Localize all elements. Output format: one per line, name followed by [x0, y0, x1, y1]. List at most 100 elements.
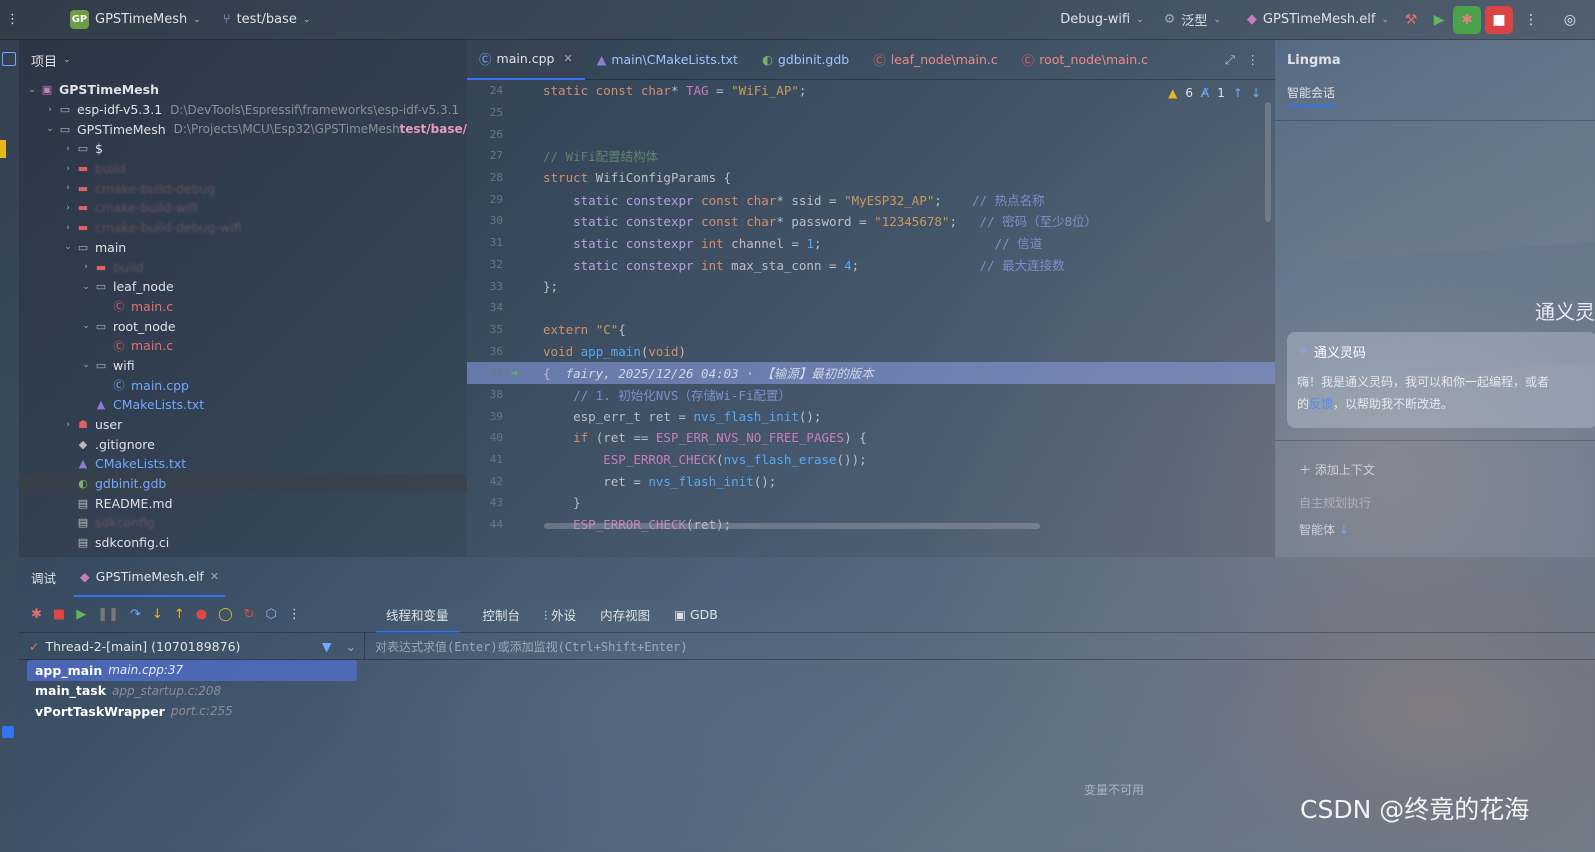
- chat-input[interactable]: 自主规划执行: [1299, 494, 1371, 511]
- chevron-right-icon[interactable]: ›: [61, 223, 75, 233]
- line-number[interactable]: 38: [467, 388, 503, 401]
- project-panel-header[interactable]: 项目 ⌄: [19, 40, 467, 80]
- chevron-right-icon[interactable]: ›: [61, 144, 75, 154]
- line-number[interactable]: 35: [467, 323, 503, 336]
- step-out-icon[interactable]: ↑: [174, 607, 185, 622]
- line-number[interactable]: 37: [467, 366, 503, 379]
- tree-item[interactable]: › ▬ build: [19, 257, 467, 277]
- line-number[interactable]: 41: [467, 453, 503, 466]
- tree-item[interactable]: ◆ .gitignore: [19, 434, 467, 454]
- config-selector[interactable]: Debug-wifi ⌄: [1060, 12, 1143, 27]
- chevron-right-icon[interactable]: ›: [79, 262, 93, 272]
- stack-frame[interactable]: main_task app_startup.c:208: [27, 681, 357, 702]
- resume-icon[interactable]: ▶: [76, 607, 86, 622]
- stop-icon[interactable]: ■: [53, 607, 65, 622]
- line-number[interactable]: 26: [467, 128, 503, 141]
- chevron-right-icon[interactable]: ›: [61, 183, 75, 193]
- line-number[interactable]: 42: [467, 475, 503, 488]
- tab-root-node-main-c[interactable]: Ⓒroot_node\main.c: [1010, 40, 1160, 80]
- tree-item[interactable]: › ▭ esp-idf-v5.3.1 D:\DevTools\Espressif\fr…: [19, 100, 467, 120]
- code-editor[interactable]: 24 static const char* TAG = "WiFi_AP"; 25 2…: [467, 80, 1275, 557]
- thread-selector[interactable]: ✓ Thread-2-[main] (1070189876) ▼ ⌄: [19, 632, 364, 660]
- tree-item[interactable]: ⌄ ▭ main: [19, 238, 467, 258]
- chevron-right-icon[interactable]: ›: [61, 164, 75, 174]
- line-number[interactable]: 31: [467, 236, 503, 249]
- tree-item[interactable]: ▤ README.md: [19, 493, 467, 513]
- rerun-debug-icon[interactable]: ✱: [31, 607, 42, 622]
- tree-item[interactable]: › ▬ build: [19, 159, 467, 179]
- line-number[interactable]: 39: [467, 410, 503, 423]
- breakpoints-icon[interactable]: ●: [196, 607, 207, 622]
- tab-debug-2[interactable]: ⫶ 外设: [544, 605, 576, 624]
- line-number[interactable]: 44: [467, 518, 503, 531]
- hammer-icon[interactable]: ⚒: [1397, 6, 1425, 34]
- more-icon[interactable]: ⋮: [1517, 6, 1545, 34]
- chevron-right-icon[interactable]: ›: [61, 203, 75, 213]
- debug-icon[interactable]: ✱: [1453, 5, 1481, 34]
- tree-item[interactable]: ⌄ ▣ GPSTimeMesh: [19, 80, 467, 100]
- line-number[interactable]: 43: [467, 496, 503, 509]
- stack-frame[interactable]: app_main main.cpp:37: [27, 660, 357, 681]
- chevron-down-icon[interactable]: ⌄: [79, 321, 93, 331]
- chevron-down-icon[interactable]: ⌄: [79, 360, 93, 370]
- pause-icon[interactable]: ❚❚: [97, 607, 119, 622]
- tab-debug-3[interactable]: 内存视图: [600, 605, 650, 624]
- line-number[interactable]: 36: [467, 345, 503, 358]
- chevron-right-icon[interactable]: ›: [43, 105, 57, 115]
- tree-item[interactable]: ▤ sdkconfig.ci: [19, 533, 467, 553]
- run-icon[interactable]: ▶: [1425, 6, 1453, 34]
- settings-icon[interactable]: ⬡: [266, 607, 277, 622]
- tab-debug-session[interactable]: ◆ GPSTimeMesh.elf ✕: [74, 557, 226, 597]
- tab-main-cmakelists-txt[interactable]: ▲ main\CMakeLists.txt: [585, 40, 750, 80]
- tree-item[interactable]: ⌄ ▭ root_node: [19, 316, 467, 336]
- close-icon[interactable]: ✕: [210, 570, 219, 583]
- vertical-scrollbar[interactable]: [1265, 102, 1271, 222]
- chevron-down-icon[interactable]: ⌄: [61, 242, 75, 252]
- tree-item[interactable]: ▤ sdkconfig: [19, 513, 467, 533]
- line-number[interactable]: 30: [467, 214, 503, 227]
- tab-debug-0[interactable]: 线程和变量: [376, 597, 459, 633]
- expand-icon[interactable]: ⤢: [1225, 52, 1235, 68]
- tab-leaf-node-main-c[interactable]: Ⓒleaf_node\main.c: [861, 40, 1009, 80]
- stop-icon[interactable]: ■: [1485, 5, 1513, 34]
- tree-item[interactable]: Ⓒmain.c: [19, 336, 467, 356]
- tree-item[interactable]: › ☗ user: [19, 415, 467, 435]
- mute-breakpoints-icon[interactable]: ◯: [218, 607, 233, 622]
- tree-item[interactable]: ⌄ ▭ GPSTimeMesh D:\Projects\MCU\Esp32\GPSTi…: [19, 119, 467, 139]
- more-icon[interactable]: ⋮: [288, 607, 301, 622]
- chevron-right-icon[interactable]: ›: [61, 420, 75, 430]
- line-number[interactable]: 40: [467, 431, 503, 444]
- evaluate-input[interactable]: 对表达式求值(Enter)或添加监视(Ctrl+Shift+Enter): [364, 632, 1595, 660]
- add-context-button[interactable]: ＋ 添加上下文: [1299, 461, 1375, 478]
- chevron-down-icon[interactable]: ⌄: [43, 124, 57, 134]
- tree-item[interactable]: Ⓒmain.c: [19, 297, 467, 317]
- generic-selector[interactable]: ⚙ 泛型 ⌄: [1164, 10, 1221, 29]
- tree-item[interactable]: ▲ CMakeLists.txt: [19, 395, 467, 415]
- restart-icon[interactable]: ↻: [244, 607, 255, 622]
- line-number[interactable]: 32: [467, 258, 503, 271]
- feedback-link[interactable]: 反馈: [1309, 397, 1333, 411]
- tree-item[interactable]: ▲ CMakeLists.txt: [19, 454, 467, 474]
- line-number[interactable]: 29: [467, 193, 503, 206]
- tree-item[interactable]: › ▬ cmake-build-wifi: [19, 198, 467, 218]
- tree-item[interactable]: › ▬ cmake-build-debug-wifi: [19, 218, 467, 238]
- more-icon[interactable]: ⋮: [1247, 52, 1260, 67]
- line-number[interactable]: 27: [467, 149, 503, 162]
- tab-gdbinit-gdb[interactable]: ◐ gdbinit.gdb: [750, 40, 861, 80]
- tab-chat[interactable]: 智能会话: [1275, 80, 1595, 110]
- step-over-icon[interactable]: ↷: [130, 607, 141, 622]
- tree-item[interactable]: › ▭ $: [19, 139, 467, 159]
- branch-switcher[interactable]: ⑂ test/base ⌄: [223, 12, 311, 27]
- project-tool-icon[interactable]: [2, 52, 16, 66]
- line-number[interactable]: 24: [467, 84, 503, 97]
- close-icon[interactable]: ✕: [563, 52, 572, 65]
- tree-item[interactable]: ◐ gdbinit.gdb: [19, 473, 467, 494]
- project-switcher[interactable]: GP GPSTimeMesh ⌄: [70, 10, 201, 29]
- run-target-selector[interactable]: ◆ GPSTimeMesh.elf ⌄: [1247, 12, 1389, 27]
- chevron-down-icon[interactable]: ⌄: [346, 639, 356, 654]
- tree-item[interactable]: Ⓒmain.cpp: [19, 375, 467, 395]
- menu-icon[interactable]: ⋮: [6, 12, 30, 27]
- chevron-down-icon[interactable]: ⌄: [79, 282, 93, 292]
- filter-icon[interactable]: ▼: [322, 639, 332, 654]
- ai-assistant-icon[interactable]: ◎: [1545, 6, 1595, 34]
